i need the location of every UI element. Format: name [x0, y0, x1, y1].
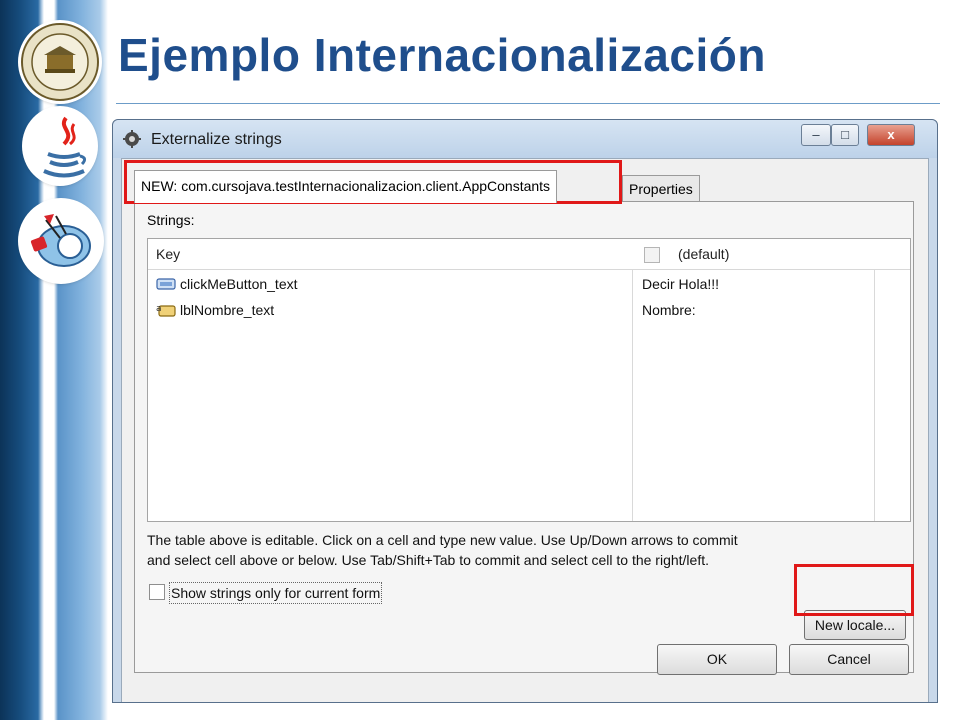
show-current-form-checkbox[interactable] — [149, 584, 165, 600]
minimize-button[interactable]: – — [801, 124, 831, 146]
java-logo — [24, 108, 96, 184]
gwt-logo — [20, 200, 102, 282]
key-cell[interactable]: lblNombre_text — [180, 297, 274, 323]
label-widget-icon: a — [156, 304, 176, 317]
tab-properties[interactable]: Properties — [622, 175, 700, 202]
dialog-titlebar[interactable]: Externalize strings – □ x — [113, 120, 937, 158]
university-seal-logo — [20, 22, 100, 102]
table-row[interactable]: clickMeButton_text Decir Hola!!! — [148, 271, 910, 297]
ok-button[interactable]: OK — [657, 644, 777, 675]
tab-new-locale-constants[interactable]: NEW: com.cursojava.testInternacionalizac… — [134, 170, 558, 203]
key-cell[interactable]: clickMeButton_text — [180, 271, 298, 297]
default-cell[interactable]: Decir Hola!!! — [642, 271, 719, 297]
help-text-line-1: The table above is editable. Click on a … — [147, 532, 738, 548]
new-locale-button[interactable]: New locale... — [804, 610, 906, 640]
table-row[interactable]: a lblNombre_text Nombre: — [148, 297, 910, 323]
title-divider — [116, 103, 940, 104]
dialog-title: Externalize strings — [151, 131, 282, 148]
table-header: Key (default) — [148, 239, 910, 270]
column-header-default[interactable]: (default) — [678, 239, 729, 269]
default-cell[interactable]: Nombre: — [642, 297, 696, 323]
column-header-key[interactable]: Key — [156, 239, 180, 269]
eclipse-gear-icon — [123, 130, 141, 148]
show-current-form-label[interactable]: Show strings only for current form — [169, 582, 383, 604]
help-text: The table above is editable. Click on a … — [147, 530, 847, 570]
close-button[interactable]: x — [867, 124, 915, 146]
strings-table[interactable]: Key (default) clickMeButton_text Decir H… — [147, 238, 911, 522]
strings-label: Strings: — [147, 212, 195, 228]
button-widget-icon — [156, 278, 176, 290]
default-column-checkbox[interactable] — [644, 247, 660, 263]
svg-text:a: a — [156, 304, 162, 314]
strings-panel: Strings: Key (default) clickMeButton_tex… — [134, 201, 914, 673]
maximize-button[interactable]: □ — [831, 124, 859, 146]
slide-title: Ejemplo Internacionalización — [118, 29, 766, 81]
externalize-strings-dialog: Externalize strings – □ x NEW: com.curso… — [112, 119, 938, 703]
dialog-client-area: NEW: com.cursojava.testInternacionalizac… — [121, 158, 929, 702]
help-text-line-2: and select cell above or below. Use Tab/… — [147, 552, 709, 568]
cancel-button[interactable]: Cancel — [789, 644, 909, 675]
